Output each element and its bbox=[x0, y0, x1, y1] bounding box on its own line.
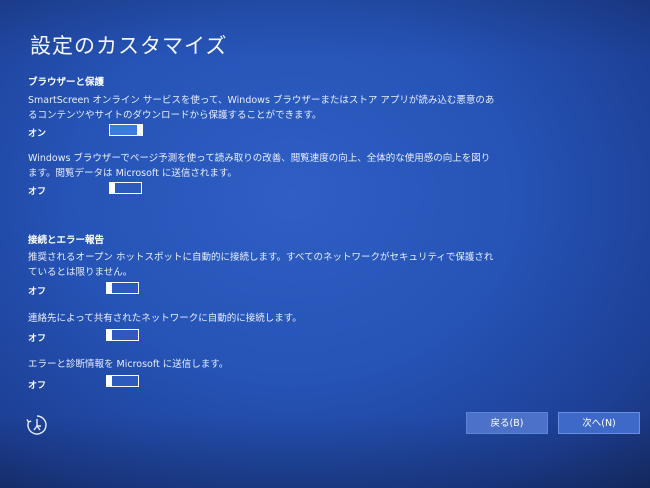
toggle-knob bbox=[105, 281, 112, 294]
setting-state-open-hotspots: オフ bbox=[28, 287, 47, 297]
ease-of-access-icon[interactable] bbox=[25, 413, 49, 437]
setting-description-page-prediction: Windows ブラウザーでページ予測を使って読み取りの改善、閲覧速度の向上、全… bbox=[28, 153, 491, 179]
setting-description-smartscreen: SmartScreen オンライン サービスを使って、Windows ブラウザー… bbox=[28, 95, 495, 121]
setting-state-shared-networks: オフ bbox=[28, 334, 47, 344]
toggle-knob bbox=[136, 123, 143, 136]
toggle-error-reporting[interactable] bbox=[105, 374, 139, 387]
toggle-knob bbox=[105, 374, 112, 387]
setting-description-open-hotspots: 推奨されるオープン ホットスポットに自動的に接続します。すべてのネットワークがセ… bbox=[28, 252, 494, 278]
setting-state-smartscreen: オン bbox=[28, 129, 47, 139]
setting-state-page-prediction: オフ bbox=[28, 187, 47, 197]
toggle-smartscreen[interactable] bbox=[109, 123, 143, 136]
toggle-open-hotspots[interactable] bbox=[105, 281, 139, 294]
setting-description-shared-networks: 連絡先によって共有されたネットワークに自動的に接続します。 bbox=[28, 313, 302, 324]
toggle-page-prediction[interactable] bbox=[108, 181, 142, 194]
section-heading-browser-protection: ブラウザーと保護 bbox=[28, 77, 105, 88]
page-title: 設定のカスタマイズ bbox=[30, 34, 228, 58]
next-button[interactable]: 次へ(N) bbox=[558, 412, 640, 434]
setting-description-error-reporting: エラーと診断情報を Microsoft に送信します。 bbox=[28, 359, 229, 370]
toggle-knob bbox=[105, 328, 112, 341]
toggle-knob bbox=[108, 181, 115, 194]
toggle-shared-networks[interactable] bbox=[105, 328, 139, 341]
setting-state-error-reporting: オフ bbox=[28, 381, 47, 391]
back-button[interactable]: 戻る(B) bbox=[466, 412, 548, 434]
section-heading-connectivity-error-reporting: 接続とエラー報告 bbox=[28, 235, 105, 246]
